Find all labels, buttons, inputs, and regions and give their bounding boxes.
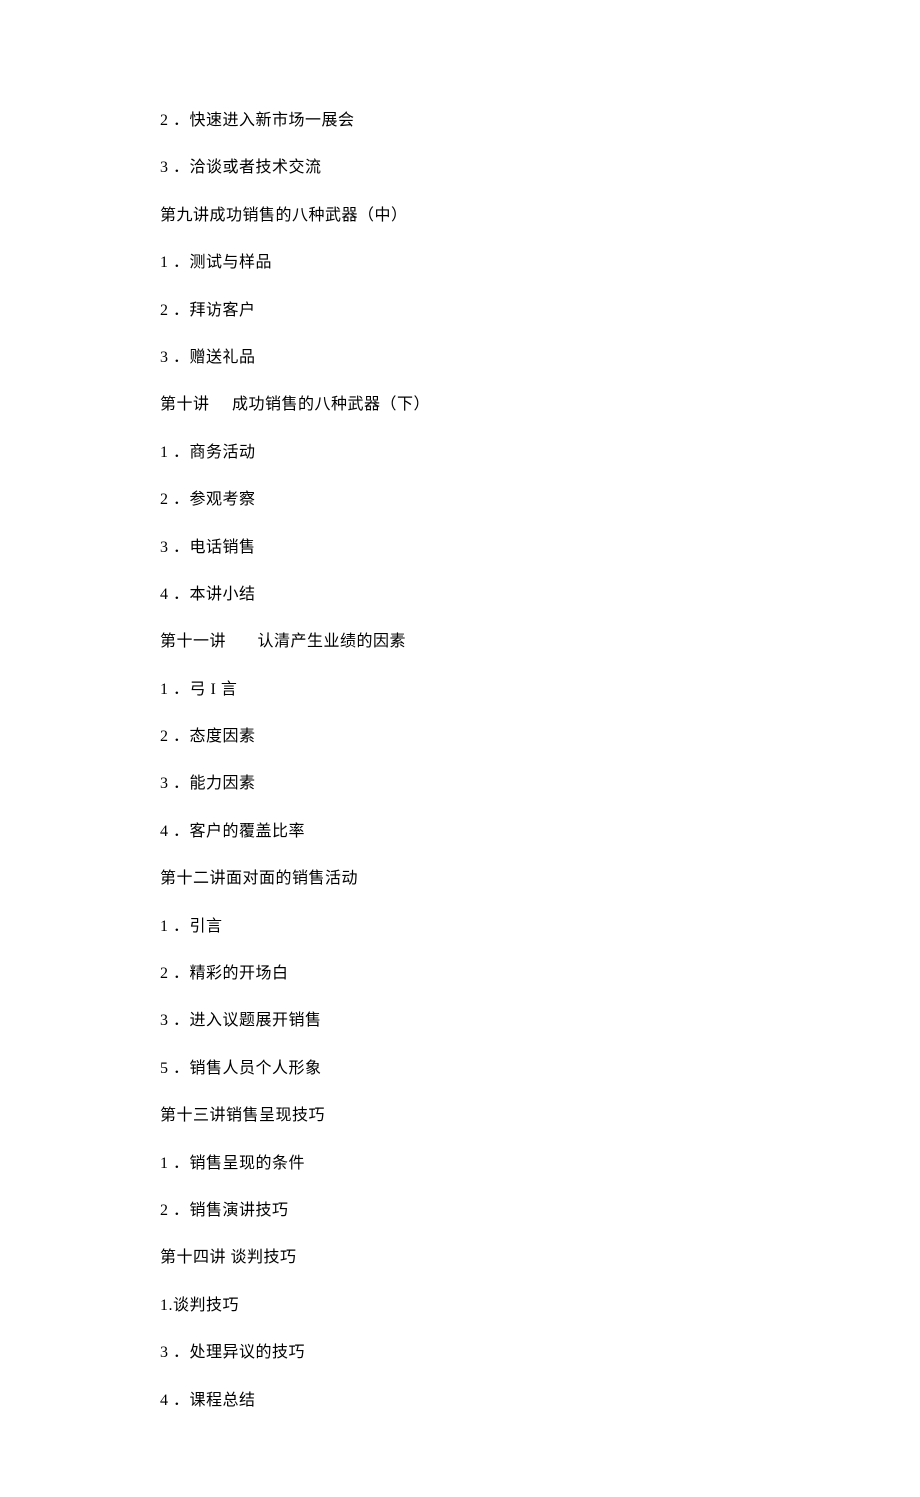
outline-item: 2 ．销售演讲技巧 xyxy=(160,1200,760,1222)
outline-item: 1 ．销售呈现的条件 xyxy=(160,1153,760,1175)
outline-item: 1.谈判技巧 xyxy=(160,1295,760,1317)
outline-item: 3 ．进入议题展开销售 xyxy=(160,1010,760,1032)
outline-item: 3 ．赠送礼品 xyxy=(160,347,760,369)
outline-item: 4 ．客户的覆盖比率 xyxy=(160,821,760,843)
outline-item: 2 ．态度因素 xyxy=(160,726,760,748)
outline-heading: 第十一讲 认清产生业绩的因素 xyxy=(160,631,760,653)
outline-item: 4 ．本讲小结 xyxy=(160,584,760,606)
outline-heading: 第九讲成功销售的八种武器（中） xyxy=(160,205,760,227)
outline-heading: 第十三讲销售呈现技巧 xyxy=(160,1105,760,1127)
outline-heading: 第十讲 成功销售的八种武器（下） xyxy=(160,394,760,416)
outline-item: 1 ．弓 I 言 xyxy=(160,679,760,701)
outline-item: 2 ．精彩的开场白 xyxy=(160,963,760,985)
outline-item: 3 ．电话销售 xyxy=(160,537,760,559)
outline-item: 3 ．能力因素 xyxy=(160,773,760,795)
outline-item: 3 ．处理异议的技巧 xyxy=(160,1342,760,1364)
outline-item: 4 ．课程总结 xyxy=(160,1390,760,1412)
outline-item: 2 ．拜访客户 xyxy=(160,300,760,322)
document-page: 2 ．快速进入新市场一展会 3 ．洽谈或者技术交流 第九讲成功销售的八种武器（中… xyxy=(0,0,920,1497)
outline-item: 1 ．引言 xyxy=(160,916,760,938)
outline-item: 2 ．参观考察 xyxy=(160,489,760,511)
outline-heading: 第十四讲 谈判技巧 xyxy=(160,1247,760,1269)
outline-item: 1 ．测试与样品 xyxy=(160,252,760,274)
outline-heading: 第十二讲面对面的销售活动 xyxy=(160,868,760,890)
outline-item: 3 ．洽谈或者技术交流 xyxy=(160,157,760,179)
outline-item: 5 ．销售人员个人形象 xyxy=(160,1058,760,1080)
outline-item: 2 ．快速进入新市场一展会 xyxy=(160,110,760,132)
outline-item: 1 ．商务活动 xyxy=(160,442,760,464)
